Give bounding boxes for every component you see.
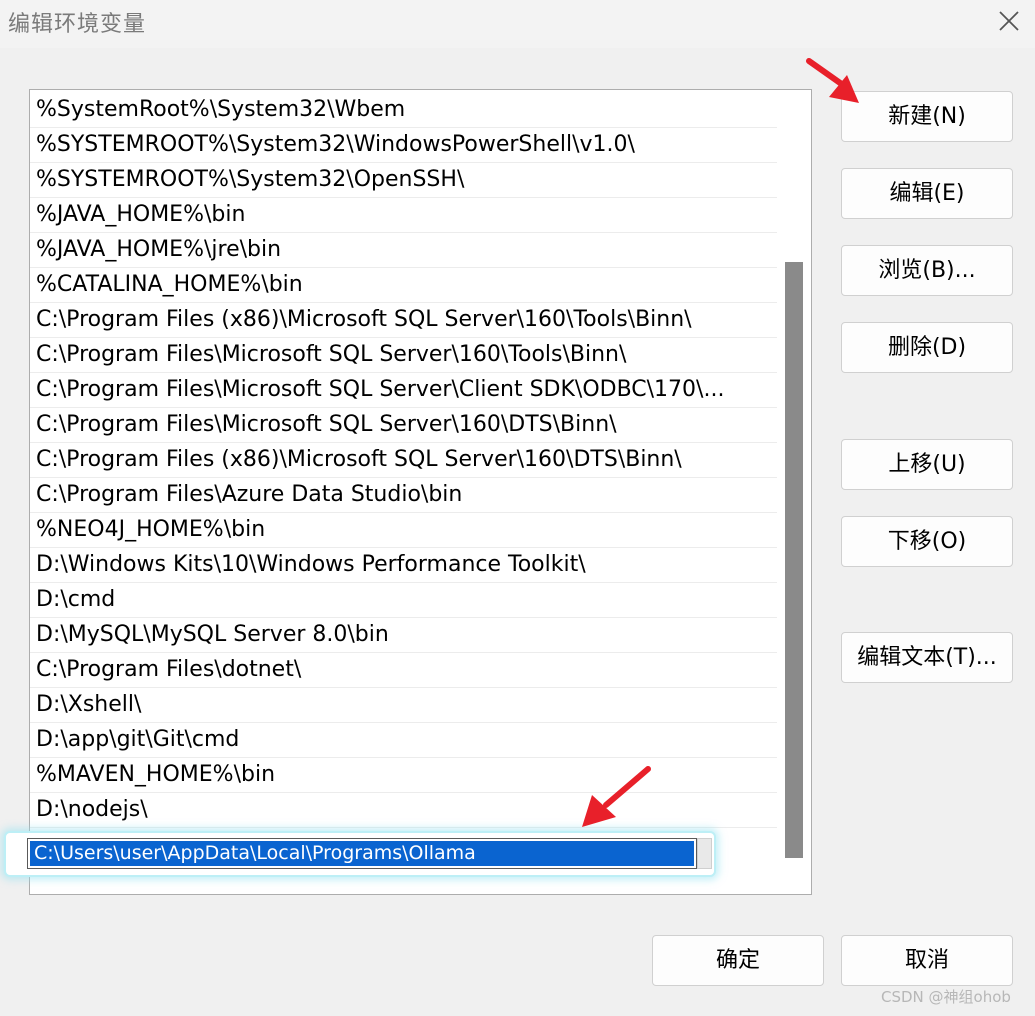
- list-item[interactable]: D:\Xshell\: [30, 688, 777, 723]
- cancel-button[interactable]: 取消: [841, 935, 1013, 986]
- list-item[interactable]: C:\Program Files\Microsoft SQL Server\16…: [30, 338, 777, 373]
- browse-button[interactable]: 浏览(B)...: [841, 245, 1013, 296]
- close-icon: [999, 11, 1019, 31]
- move-down-button[interactable]: 下移(O): [841, 516, 1013, 567]
- list-item[interactable]: %MAVEN_HOME%\bin: [30, 758, 777, 793]
- list-item[interactable]: D:\cmd: [30, 583, 777, 618]
- list-item[interactable]: %CATALINA_HOME%\bin: [30, 268, 777, 303]
- title-bar: 编辑环境变量: [0, 0, 1035, 48]
- edit-text-button[interactable]: 编辑文本(T)...: [841, 632, 1013, 683]
- delete-button[interactable]: 删除(D): [841, 322, 1013, 373]
- list-item[interactable]: C:\Program Files\Azure Data Studio\bin: [30, 478, 777, 513]
- list-item[interactable]: C:\Program Files\Microsoft SQL Server\16…: [30, 408, 777, 443]
- list-item[interactable]: %SYSTEMROOT%\System32\WindowsPowerShell\…: [30, 128, 777, 163]
- list-item[interactable]: D:\nodejs\: [30, 793, 777, 828]
- list-item[interactable]: C:\Program Files\dotnet\: [30, 653, 777, 688]
- list-item[interactable]: %JAVA_HOME%\jre\bin: [30, 233, 777, 268]
- scrollbar-thumb[interactable]: [785, 262, 803, 858]
- arrow-annotation-icon: [806, 58, 859, 103]
- path-list[interactable]: %SystemRoot%\System32\Wbem %SYSTEMROOT%\…: [29, 89, 812, 895]
- path-edit-input[interactable]: C:\Users\user\AppData\Local\Programs\Oll…: [27, 838, 697, 869]
- list-item[interactable]: D:\Windows Kits\10\Windows Performance T…: [30, 548, 777, 583]
- close-button[interactable]: [990, 4, 1028, 38]
- watermark: CSDN @神组ohob: [881, 988, 1011, 1006]
- window-title: 编辑环境变量: [8, 12, 147, 37]
- edit-button[interactable]: 编辑(E): [841, 168, 1013, 219]
- new-button[interactable]: 新建(N): [841, 91, 1013, 142]
- list-item[interactable]: %SystemRoot%\System32\Wbem: [30, 93, 777, 128]
- list-item[interactable]: %NEO4J_HOME%\bin: [30, 513, 777, 548]
- list-item[interactable]: C:\Program Files\Microsoft SQL Server\Cl…: [30, 373, 777, 408]
- list-item[interactable]: %SYSTEMROOT%\System32\OpenSSH\: [30, 163, 777, 198]
- ok-button[interactable]: 确定: [652, 935, 824, 986]
- list-item[interactable]: D:\app\git\Git\cmd: [30, 723, 777, 758]
- list-item[interactable]: C:\Program Files (x86)\Microsoft SQL Ser…: [30, 303, 777, 338]
- arrow-annotation-icon: [582, 766, 651, 827]
- list-item[interactable]: %JAVA_HOME%\bin: [30, 198, 777, 233]
- list-item[interactable]: D:\MySQL\MySQL Server 8.0\bin: [30, 618, 777, 653]
- edit-input-scroll: [697, 838, 712, 869]
- list-item[interactable]: C:\Program Files (x86)\Microsoft SQL Ser…: [30, 443, 777, 478]
- move-up-button[interactable]: 上移(U): [841, 439, 1013, 490]
- selected-edit-text[interactable]: C:\Users\user\AppData\Local\Programs\Oll…: [30, 841, 694, 866]
